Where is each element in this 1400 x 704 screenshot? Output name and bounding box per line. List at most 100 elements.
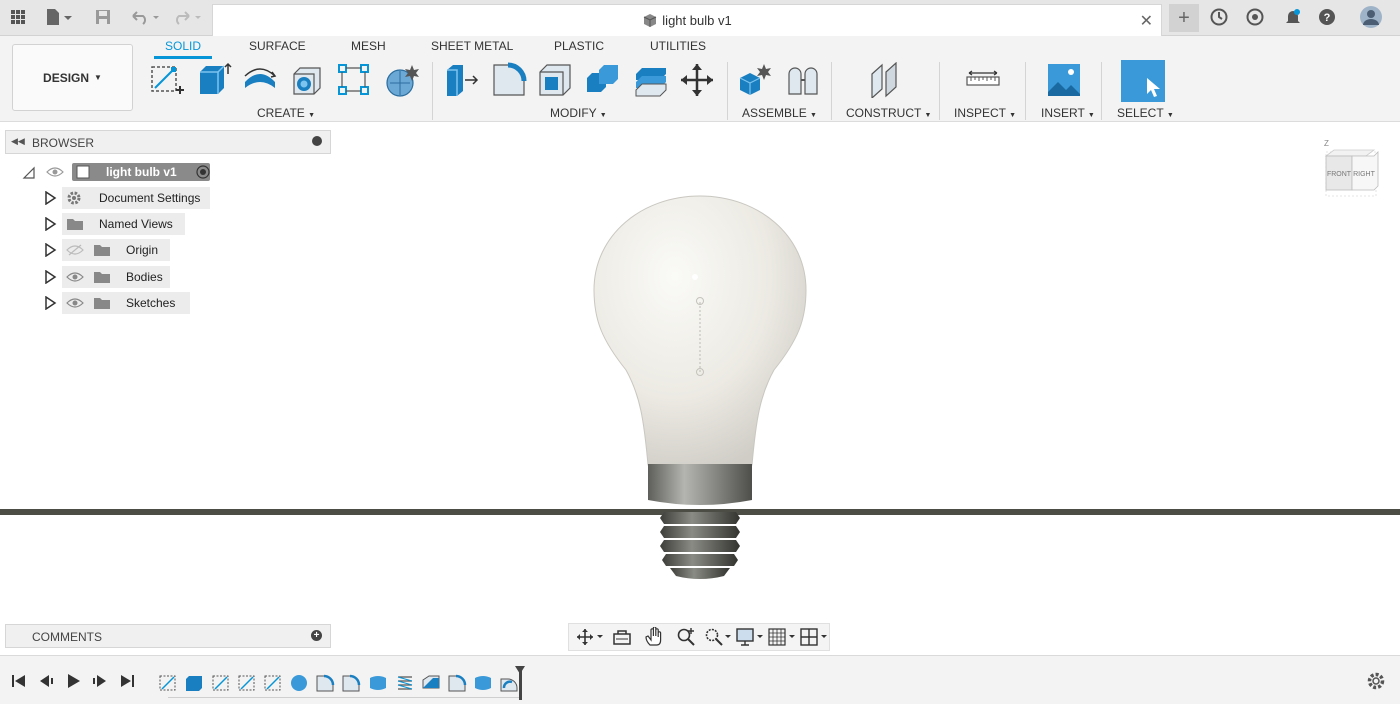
timeline-extrude-icon[interactable] [184, 674, 204, 692]
folder-icon [94, 272, 110, 283]
timeline-sketch-icon[interactable] [211, 674, 231, 692]
measure-icon[interactable] [965, 62, 1001, 98]
workspace-switcher[interactable]: DESIGN ▼ [12, 44, 133, 111]
plus-icon[interactable]: + [1169, 4, 1199, 32]
light-bulb-model[interactable] [560, 180, 840, 590]
user-avatar[interactable] [1358, 6, 1384, 28]
tab-solid[interactable]: SOLID [165, 39, 201, 53]
offset-plane-icon[interactable] [868, 61, 904, 100]
combine-icon[interactable] [585, 62, 621, 98]
create-form-icon[interactable] [384, 62, 420, 98]
tab-plastic[interactable]: PLASTIC [554, 39, 604, 53]
eye-icon[interactable] [66, 297, 84, 309]
grid-settings-icon[interactable] [767, 625, 797, 649]
create-menu[interactable]: CREATE ▼ [257, 106, 315, 120]
view-cube[interactable]: Z FRONT RIGHT [1318, 134, 1386, 202]
browser-item-bodies[interactable]: Bodies [40, 266, 170, 288]
timeline-shell-icon[interactable] [499, 674, 519, 692]
browser-root-row[interactable]: light bulb v1 [18, 161, 218, 183]
press-pull-icon[interactable] [443, 62, 479, 98]
notifications-icon[interactable] [1282, 6, 1304, 28]
timeline-body-icon[interactable] [473, 674, 493, 692]
play-icon[interactable] [63, 672, 83, 690]
help-icon[interactable]: ? [1316, 6, 1338, 28]
fillet-icon[interactable] [491, 62, 527, 98]
extensions-icon[interactable] [1208, 6, 1230, 28]
inspect-menu[interactable]: INSPECT ▼ [954, 106, 1016, 120]
expand-triangle-icon[interactable] [43, 243, 57, 257]
sweep-icon[interactable] [290, 62, 326, 98]
rectangular-pattern-icon[interactable] [336, 62, 372, 98]
eye-icon[interactable] [66, 271, 84, 283]
timeline-fillet-icon[interactable] [447, 674, 467, 692]
fit-icon[interactable] [703, 625, 733, 649]
zoom-icon[interactable] [671, 625, 701, 649]
expand-triangle-icon[interactable] [43, 296, 57, 310]
viewports-icon[interactable] [799, 625, 829, 649]
folder-icon [67, 219, 83, 230]
timeline-fillet-icon[interactable] [341, 674, 361, 692]
file-icon[interactable] [42, 6, 76, 28]
expand-triangle-icon[interactable] [43, 217, 57, 231]
comments-panel: COMMENTS + [5, 624, 331, 648]
eye-hidden-icon[interactable] [66, 244, 84, 256]
new-component-icon[interactable] [737, 62, 773, 98]
redo-icon[interactable] [170, 6, 206, 28]
collapse-panel-icon[interactable]: ◀◀ [11, 136, 25, 147]
expand-triangle-icon[interactable] [43, 191, 57, 205]
activate-icon[interactable] [196, 165, 210, 179]
job-status-icon[interactable] [1244, 6, 1266, 28]
active-tab-indicator [154, 56, 212, 59]
go-to-end-icon[interactable] [117, 672, 137, 690]
close-icon[interactable]: ✕ [1140, 11, 1153, 31]
look-at-icon[interactable] [607, 625, 637, 649]
add-comment-icon[interactable]: + [311, 630, 322, 641]
timeline-sketch-icon[interactable] [263, 674, 283, 692]
assemble-menu[interactable]: ASSEMBLE ▼ [742, 106, 817, 120]
timeline-chamfer-icon[interactable] [421, 674, 441, 692]
pan-icon[interactable] [639, 625, 669, 649]
expanded-triangle-icon[interactable] [22, 166, 36, 180]
shell-icon[interactable] [537, 62, 573, 98]
eye-icon[interactable] [46, 166, 64, 178]
joint-icon[interactable] [785, 62, 821, 98]
tab-sheet-metal[interactable]: SHEET METAL [431, 39, 513, 53]
browser-item-document-settings[interactable]: Document Settings [40, 187, 210, 209]
create-sketch-icon[interactable] [149, 62, 185, 98]
tab-utilities[interactable]: UTILITIES [650, 39, 706, 53]
insert-image-icon[interactable] [1046, 62, 1082, 98]
modify-menu[interactable]: MODIFY ▼ [550, 106, 607, 120]
next-step-icon[interactable] [90, 672, 110, 690]
tab-surface[interactable]: SURFACE [249, 39, 306, 53]
orbit-icon[interactable] [575, 625, 605, 649]
timeline-marker-head[interactable] [515, 666, 525, 674]
tab-mesh[interactable]: MESH [351, 39, 386, 53]
timeline-sketch-icon[interactable] [158, 674, 178, 692]
timeline-body-icon[interactable] [368, 674, 388, 692]
previous-step-icon[interactable] [36, 672, 56, 690]
go-to-start-icon[interactable] [9, 672, 29, 690]
insert-menu[interactable]: INSERT ▼ [1041, 106, 1095, 120]
grid-icon[interactable] [8, 6, 28, 28]
save-icon[interactable] [92, 6, 114, 28]
undo-icon[interactable] [128, 6, 164, 28]
timeline-sketch-icon[interactable] [237, 674, 257, 692]
extrude-icon[interactable] [196, 62, 232, 98]
pin-icon[interactable] [312, 136, 322, 146]
timeline-fillet-icon[interactable] [315, 674, 335, 692]
browser-item-sketches[interactable]: Sketches [40, 292, 190, 314]
browser-item-named-views[interactable]: Named Views [40, 213, 185, 235]
select-menu[interactable]: SELECT ▼ [1117, 106, 1174, 120]
browser-item-origin[interactable]: Origin [40, 239, 170, 261]
timeline-coil-icon[interactable] [395, 674, 415, 692]
construct-menu[interactable]: CONSTRUCT ▼ [846, 106, 931, 120]
expand-triangle-icon[interactable] [43, 270, 57, 284]
display-settings-icon[interactable] [735, 625, 765, 649]
timeline-settings-gear-icon[interactable] [1366, 671, 1386, 691]
timeline-revolve-icon[interactable] [289, 674, 309, 692]
move-copy-icon[interactable] [679, 62, 715, 98]
replace-face-icon[interactable] [633, 62, 669, 98]
select-icon[interactable] [1121, 60, 1165, 102]
document-tab[interactable]: light bulb v1 ✕ [212, 4, 1162, 36]
revolve-icon[interactable] [242, 62, 278, 98]
